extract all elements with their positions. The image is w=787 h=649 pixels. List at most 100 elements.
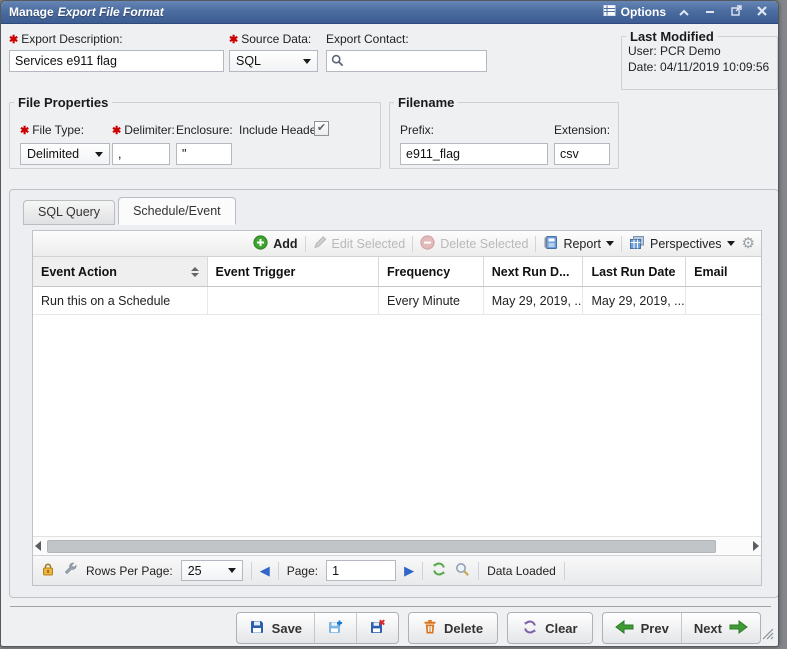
- scroll-left-icon[interactable]: [35, 541, 41, 551]
- column-header-event-trigger[interactable]: Event Trigger: [208, 257, 380, 286]
- minimize-icon: [705, 3, 715, 21]
- delete-selected-button[interactable]: Delete Selected: [420, 235, 528, 253]
- file-properties-legend: File Properties: [14, 95, 112, 110]
- source-data-field: ✱Source Data: SQL: [229, 32, 318, 72]
- file-type-label: File Type:: [32, 123, 84, 137]
- tab-panel: SQL Query Schedule/Event Add Edit Select…: [9, 189, 779, 598]
- last-modified-legend: Last Modified: [626, 29, 718, 44]
- chevron-down-icon: [727, 241, 735, 250]
- cell-event-action: Run this on a Schedule: [33, 287, 208, 314]
- cell-frequency: Every Minute: [379, 287, 484, 314]
- cell-last-run: May 29, 2019, ...: [583, 287, 686, 314]
- add-button[interactable]: Add: [253, 235, 297, 253]
- include-header-checkbox[interactable]: ✔: [314, 121, 329, 136]
- export-contact-field: Export Contact:: [326, 32, 487, 72]
- save-button[interactable]: Save: [237, 613, 315, 643]
- chevron-down-icon: [95, 152, 103, 161]
- delimiter-input[interactable]: [112, 143, 170, 165]
- footer-divider: [10, 606, 771, 607]
- source-data-value: SQL: [236, 54, 261, 68]
- save-close-icon: [369, 619, 386, 638]
- horizontal-scrollbar[interactable]: [33, 536, 761, 555]
- report-icon: [543, 235, 558, 253]
- last-modified-date: Date: 04/11/2019 10:09:56: [622, 60, 777, 74]
- minimize-button[interactable]: [702, 4, 718, 20]
- save-and-new-button[interactable]: [315, 613, 357, 643]
- extension-input[interactable]: [554, 143, 610, 165]
- prev-button[interactable]: Prev: [603, 613, 682, 643]
- tab-sql-query[interactable]: SQL Query: [23, 200, 115, 225]
- add-icon: [253, 235, 268, 253]
- clear-button[interactable]: Clear: [507, 612, 593, 644]
- export-description-field: ✱Export Description:: [9, 32, 224, 72]
- status-text: Data Loaded: [487, 564, 556, 578]
- popout-button[interactable]: [728, 4, 744, 20]
- column-header-email[interactable]: Email: [686, 257, 761, 286]
- grid-empty-area: [33, 315, 761, 536]
- delimiter-label: Delimiter:: [124, 123, 175, 137]
- perspectives-menu-button[interactable]: Perspectives: [629, 235, 735, 253]
- chevron-down-icon: [303, 59, 311, 68]
- enclosure-label: Enclosure:: [176, 123, 233, 137]
- sort-icon: [191, 267, 199, 277]
- cell-next-run: May 29, 2019, ...: [484, 287, 584, 314]
- file-properties-fieldset: File Properties ✱File Type: Delimited ✱D…: [9, 95, 381, 169]
- edit-pencil-icon: [313, 235, 327, 252]
- filename-legend: Filename: [394, 95, 458, 110]
- column-header-last-run[interactable]: Last Run Date: [583, 257, 686, 286]
- search-icon[interactable]: [331, 54, 344, 72]
- prefix-input[interactable]: [400, 143, 548, 165]
- prev-page-icon[interactable]: ◀: [260, 564, 270, 577]
- collapse-button[interactable]: [676, 4, 692, 20]
- schedule-event-grid: Add Edit Selected Delete Selected Report: [32, 230, 762, 586]
- required-asterisk: ✱: [112, 125, 121, 137]
- gear-icon[interactable]: ⚙: [742, 236, 755, 251]
- lock-icon[interactable]: [41, 562, 55, 579]
- tab-schedule-event[interactable]: Schedule/Event: [118, 197, 236, 225]
- export-description-input[interactable]: [9, 50, 224, 72]
- column-header-event-action[interactable]: Event Action: [33, 257, 208, 286]
- edit-selected-button[interactable]: Edit Selected: [313, 235, 406, 252]
- title-bar: ManageExport File Format Options: [1, 1, 778, 24]
- table-row[interactable]: Run this on a Schedule Every Minute May …: [33, 287, 761, 315]
- save-new-icon: [327, 619, 344, 638]
- file-type-select[interactable]: Delimited: [20, 143, 110, 165]
- chevron-down-icon: [228, 568, 236, 577]
- tab-strip: SQL Query Schedule/Event: [23, 197, 239, 225]
- scroll-right-icon[interactable]: [753, 541, 759, 551]
- page-input[interactable]: [326, 560, 396, 581]
- column-header-frequency[interactable]: Frequency: [379, 257, 484, 286]
- delete-button[interactable]: Delete: [408, 612, 498, 644]
- search-grid-icon[interactable]: [455, 562, 470, 580]
- rows-per-page-label: Rows Per Page:: [86, 564, 173, 578]
- report-menu-button[interactable]: Report: [543, 235, 614, 253]
- scrollbar-thumb[interactable]: [47, 540, 716, 553]
- grid-header-row: Event Action Event Trigger Frequency Nex…: [33, 257, 761, 287]
- save-button-group: Save: [236, 612, 399, 644]
- grid-toolbar: Add Edit Selected Delete Selected Report: [33, 231, 761, 257]
- prefix-label: Prefix:: [400, 123, 434, 137]
- close-button[interactable]: [754, 4, 770, 20]
- save-and-close-button[interactable]: [357, 613, 398, 643]
- next-button[interactable]: Next: [682, 613, 760, 643]
- options-button[interactable]: Options: [603, 4, 666, 20]
- chevron-down-icon: [606, 241, 614, 250]
- filename-fieldset: Filename Prefix: Extension:: [389, 95, 619, 169]
- rows-per-page-select[interactable]: 25: [181, 560, 243, 581]
- enclosure-input[interactable]: [176, 143, 232, 165]
- cell-event-trigger: [208, 287, 380, 314]
- remove-icon: [420, 235, 435, 253]
- last-modified-user: User: PCR Demo: [622, 44, 777, 60]
- export-contact-input[interactable]: [326, 50, 487, 72]
- close-icon: [757, 3, 767, 21]
- export-contact-label: Export Contact:: [326, 32, 487, 46]
- source-data-label: Source Data:: [241, 32, 311, 46]
- source-data-select[interactable]: SQL: [229, 50, 318, 72]
- resize-handle-icon[interactable]: [761, 627, 774, 640]
- wrench-icon[interactable]: [63, 562, 78, 580]
- refresh-icon[interactable]: [431, 561, 447, 580]
- required-asterisk: ✱: [9, 34, 18, 46]
- file-type-value: Delimited: [27, 147, 79, 161]
- column-header-next-run[interactable]: Next Run D...: [484, 257, 584, 286]
- next-page-icon[interactable]: ▶: [404, 564, 414, 577]
